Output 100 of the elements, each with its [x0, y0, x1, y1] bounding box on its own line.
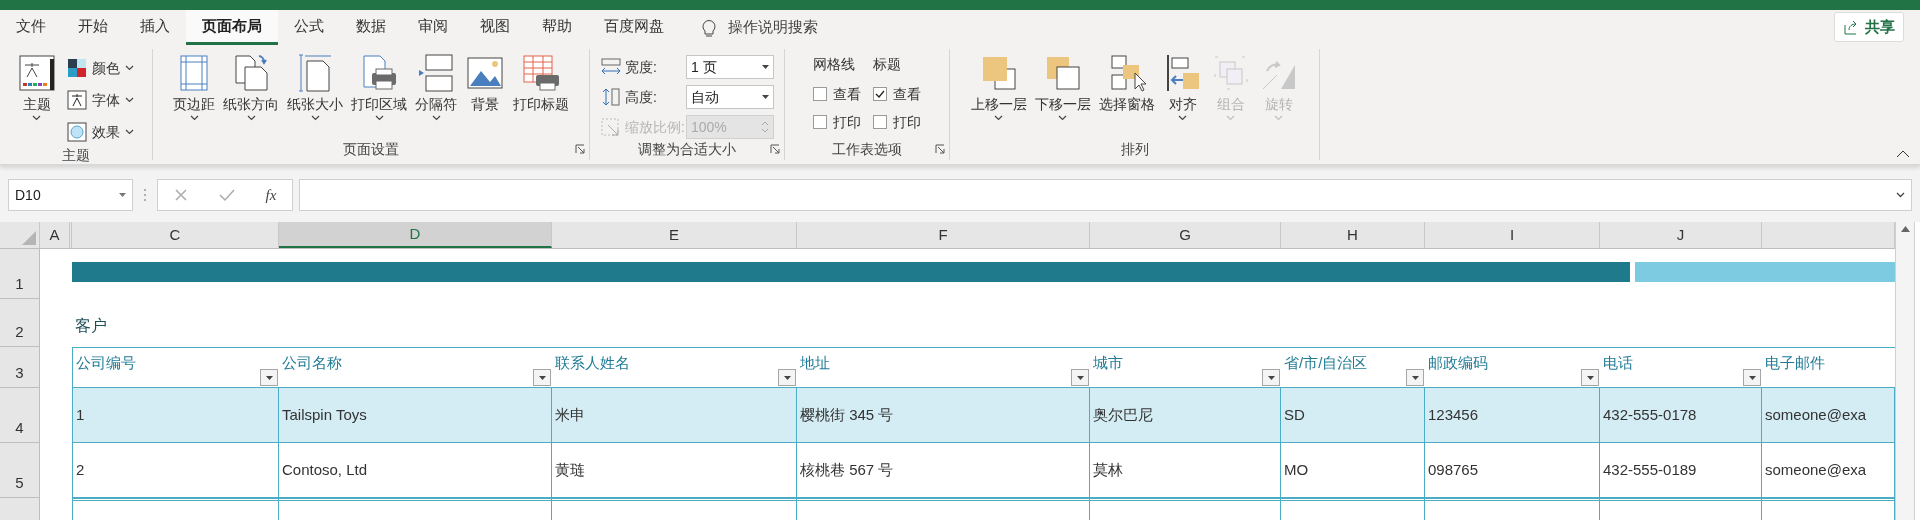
- scroll-up-icon[interactable]: [1900, 226, 1910, 232]
- column-header[interactable]: F: [797, 222, 1090, 248]
- ribbon-small-button[interactable]: 字体: [66, 87, 134, 113]
- tell-me-search[interactable]: 操作说明搜索: [702, 10, 818, 45]
- dialog-launcher-icon[interactable]: [575, 144, 585, 154]
- ribbon-tab[interactable]: 开始: [62, 10, 124, 45]
- column-header[interactable]: E: [552, 222, 797, 248]
- chevron-down-icon: [124, 129, 134, 135]
- caret-icon: [119, 193, 126, 197]
- formula-input[interactable]: [299, 179, 1912, 211]
- table-cell: MO: [1281, 443, 1425, 498]
- column-header[interactable]: A: [40, 222, 72, 248]
- column-heading: 城市: [1092, 353, 1123, 373]
- chevron-down-icon: [124, 65, 134, 71]
- row-header[interactable]: 2: [0, 299, 40, 347]
- vertical-scrollbar[interactable]: [1895, 222, 1915, 520]
- filter-button[interactable]: [1262, 369, 1280, 386]
- checkbox-label: 打印: [833, 112, 861, 132]
- expand-icon[interactable]: [1896, 192, 1905, 198]
- ribbon-tab[interactable]: 文件: [0, 10, 62, 45]
- filter-button[interactable]: [778, 369, 796, 386]
- ribbon-button[interactable]: 打印标题: [509, 49, 573, 139]
- ribbon-button[interactable]: 纸张大小: [283, 49, 347, 139]
- width-icon: [600, 57, 622, 77]
- filter-button[interactable]: [533, 369, 551, 386]
- table-cell: Contoso, Ltd: [279, 443, 552, 498]
- column-header[interactable]: H: [1281, 222, 1425, 248]
- ribbon-button[interactable]: 分隔符: [411, 49, 461, 139]
- caret-icon: [1411, 375, 1419, 380]
- column-header[interactable]: I: [1425, 222, 1600, 248]
- chevron-down-icon: [1058, 115, 1067, 121]
- caret-icon: [1076, 375, 1084, 380]
- checkbox[interactable]: [873, 87, 887, 101]
- row-header[interactable]: 4: [0, 388, 40, 443]
- filter-button[interactable]: [1406, 369, 1424, 386]
- ribbon-button[interactable]: 纸张方向: [219, 49, 283, 139]
- checkbox[interactable]: [813, 87, 827, 101]
- table-cell: 莫林: [1090, 443, 1281, 498]
- field-label: 缩放比例:: [625, 117, 683, 137]
- chevron-down-icon: [1178, 115, 1187, 121]
- ribbon-small-button[interactable]: 颜色: [66, 55, 134, 81]
- field-label: 高度:: [625, 87, 658, 107]
- table-cell: Tailspin Toys: [279, 388, 552, 443]
- dialog-launcher-icon[interactable]: [935, 144, 945, 154]
- row-header[interactable]: 1: [0, 249, 40, 299]
- ribbon-tab[interactable]: 视图: [464, 10, 526, 45]
- column-heading: 联系人姓名: [554, 353, 630, 373]
- scale-icon: [600, 117, 622, 137]
- caret-icon: [1586, 375, 1594, 380]
- dropdown-field[interactable]: 自动: [686, 85, 774, 109]
- table-cell: someone@exa: [1762, 388, 1895, 443]
- ribbon-button[interactable]: 背景: [461, 49, 509, 139]
- ribbon-button[interactable]: 上移一层: [966, 49, 1031, 139]
- insert-function-button[interactable]: fx: [265, 183, 277, 207]
- row-header[interactable]: 3: [0, 347, 40, 388]
- ribbon-button[interactable]: 选择窗格: [1094, 49, 1159, 139]
- ribbon-tab[interactable]: 百度网盘: [588, 10, 680, 45]
- ribbon-tab[interactable]: 审阅: [402, 10, 464, 45]
- page-break-icon: [416, 53, 456, 93]
- filter-button[interactable]: [260, 369, 278, 386]
- ribbon-tab[interactable]: 帮助: [526, 10, 588, 45]
- ribbon-small-button[interactable]: 效果: [66, 119, 134, 145]
- ribbon-tab[interactable]: 数据: [340, 10, 402, 45]
- ribbon-button[interactable]: 打印区域: [347, 49, 411, 139]
- collapse-ribbon-icon[interactable]: [1896, 150, 1910, 158]
- checkbox[interactable]: [873, 115, 887, 129]
- group-label: 工作表选项: [832, 139, 902, 159]
- dropdown-field[interactable]: 1 页: [686, 55, 774, 79]
- ribbon-button[interactable]: 对齐: [1158, 49, 1207, 139]
- ribbon-tab[interactable]: 公式: [278, 10, 340, 45]
- name-box[interactable]: D10: [8, 179, 133, 211]
- ribbon-button[interactable]: 页边距: [169, 49, 219, 139]
- table-cell: 米申: [552, 388, 797, 443]
- caret-icon: [762, 95, 769, 99]
- dialog-launcher-icon[interactable]: [770, 144, 780, 154]
- caret-icon: [265, 375, 273, 380]
- filter-button[interactable]: [1581, 369, 1599, 386]
- column-heading: 电子邮件: [1764, 353, 1825, 373]
- ribbon-tab[interactable]: 页面布局: [186, 10, 278, 45]
- table-cell: 黄琏: [552, 443, 797, 498]
- share-icon: [1843, 19, 1859, 35]
- checkbox-label: 查看: [833, 84, 861, 104]
- column-header[interactable]: D: [279, 222, 552, 248]
- color-palette-icon: [66, 58, 87, 78]
- ribbon-button[interactable]: 下移一层: [1030, 49, 1095, 139]
- checkbox[interactable]: [813, 115, 827, 129]
- filter-button[interactable]: [1071, 369, 1089, 386]
- check-icon[interactable]: [218, 188, 235, 202]
- caret-icon: [1748, 375, 1756, 380]
- column-header[interactable]: G: [1090, 222, 1281, 248]
- ribbon-tab[interactable]: 插入: [124, 10, 186, 45]
- table-cell: 核桃巷 567 号: [797, 443, 1090, 498]
- column-header[interactable]: J: [1600, 222, 1762, 248]
- column-heading: 省/市/自治区: [1283, 353, 1368, 373]
- ribbon-button[interactable]: 主题: [12, 49, 61, 139]
- table-cell: 432-555-0189: [1600, 443, 1762, 498]
- row-header[interactable]: 5: [0, 443, 40, 498]
- share-button[interactable]: 共享: [1834, 12, 1904, 42]
- chevron-down-icon: [431, 115, 441, 121]
- filter-button[interactable]: [1743, 369, 1761, 386]
